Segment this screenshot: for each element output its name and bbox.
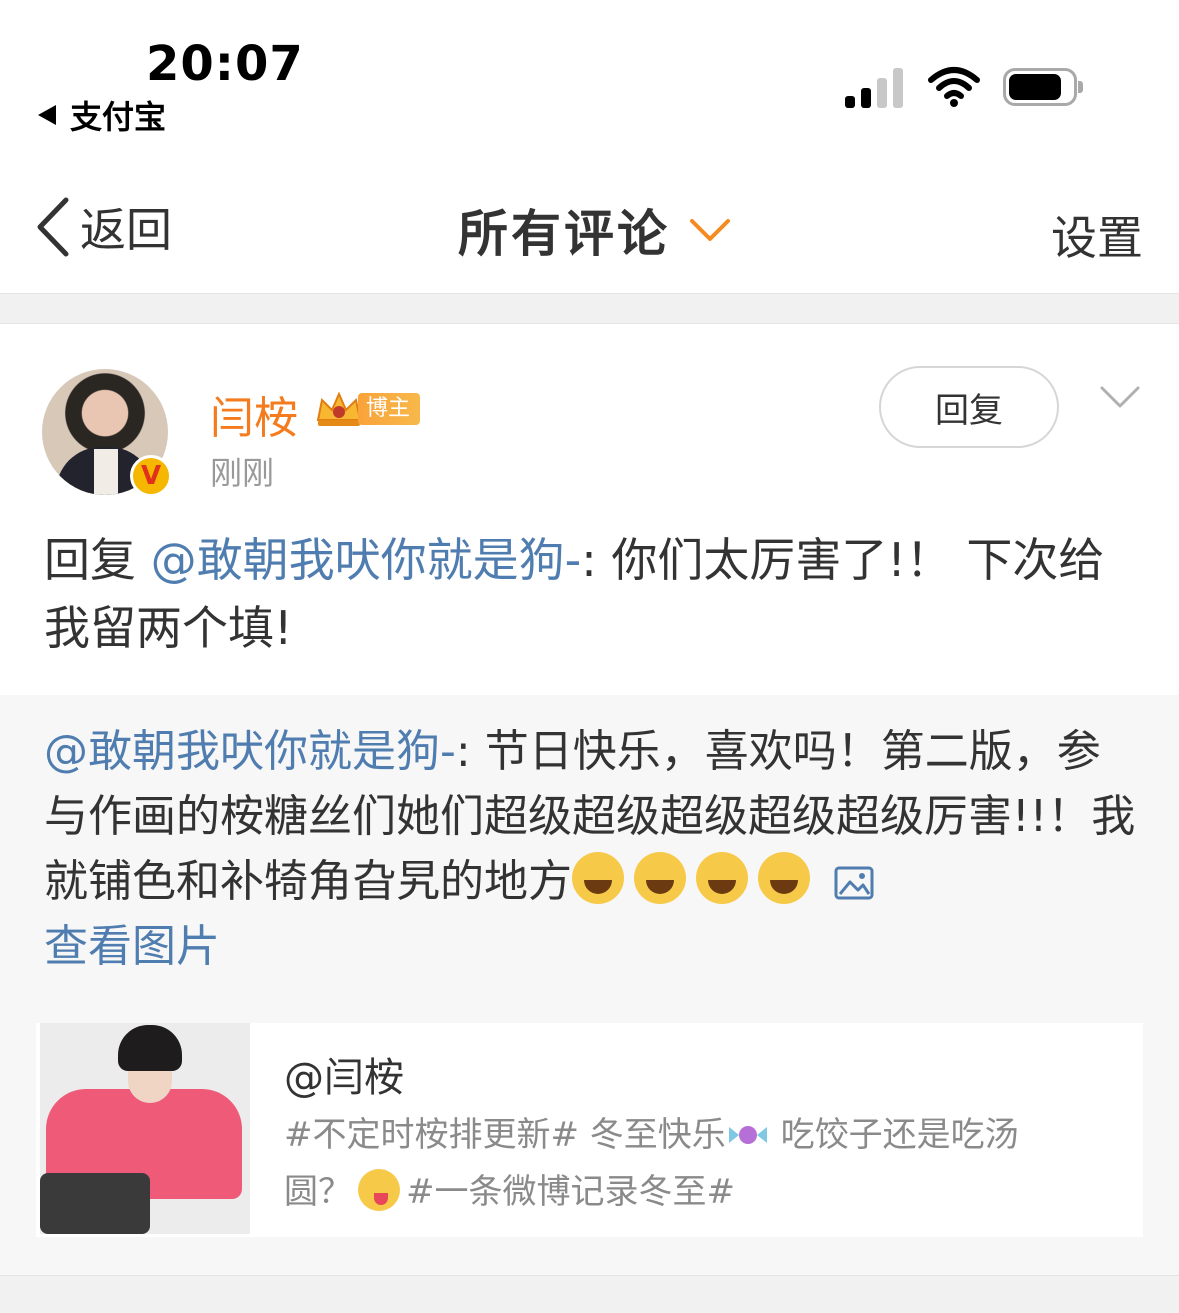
comment-body: 回复 @敢朝我吠你就是狗-: 你们太厉害了!！ 下次给我留两个填! [44,526,1144,662]
chevron-down-icon[interactable] [1098,382,1142,412]
status-bar: 20:07 支付宝 [0,0,1179,150]
view-image-link[interactable]: 查看图片 [44,921,220,972]
back-triangle-icon [38,105,56,125]
laugh-cry-emoji-icon [696,852,748,904]
linked-post-author: @闫桉 [284,1055,404,1101]
laugh-cry-emoji-icon [758,852,810,904]
linked-post-text-part3: #一条微博记录冬至# [406,1172,735,1212]
linked-post-card[interactable]: @闫桉 #不定时桉排更新# 冬至快乐 吃饺子还是吃汤圆？ #一条微博记录冬至# [36,1023,1143,1237]
verified-badge-icon: V [130,455,172,497]
settings-button[interactable]: 设置 [1051,202,1143,268]
mention-link[interactable]: @敢朝我吠你就是狗- [44,726,456,777]
author-name[interactable]: 闫桉 [210,382,298,446]
comment-timestamp: 刚刚 [210,454,275,492]
quoted-comment-text: @敢朝我吠你就是狗-: 节日快乐，喜欢吗！第二版，参与作画的桉糖丝们她们超级超级… [44,719,1144,979]
laugh-cry-emoji-icon [572,852,624,904]
chevron-down-icon [690,219,730,241]
yum-emoji-icon [358,1169,400,1211]
comment-filter-dropdown[interactable]: 所有评论 [458,194,732,266]
linked-post-text-part1: #不定时桉排更新# 冬至快乐 [284,1115,726,1155]
page-title: 所有评论 [458,205,670,263]
chevron-left-icon [37,197,69,257]
blogger-badge: 博主 [314,390,421,428]
reply-button[interactable]: 回复 [879,366,1059,448]
status-icons [845,66,1083,108]
back-button[interactable]: 返回 [34,194,172,260]
laugh-cry-emoji-icon [634,852,686,904]
section-divider [0,293,1179,324]
section-divider [0,1275,1179,1313]
linked-post-text: #不定时桉排更新# 冬至快乐 吃饺子还是吃汤圆？ #一条微博记录冬至# [284,1107,1084,1221]
back-app-label: 支付宝 [70,98,167,136]
wifi-icon [928,67,980,107]
linked-post-thumbnail [40,1023,250,1234]
cellular-signal-icon [845,66,905,108]
battery-icon [1003,66,1083,108]
navigation-bar: 返回 所有评论 设置 [0,150,1179,293]
candy-emoji-icon [728,1126,767,1144]
crown-icon [316,391,362,426]
back-to-app-button[interactable]: 支付宝 [38,92,166,138]
quoted-comment[interactable]: @敢朝我吠你就是狗-: 节日快乐，喜欢吗！第二版，参与作画的桉糖丝们她们超级超级… [0,695,1179,1275]
back-label: 返回 [80,203,172,257]
mention-link[interactable]: @敢朝我吠你就是狗- [151,533,582,587]
blogger-badge-label: 博主 [358,393,421,425]
reply-prefix: 回复 [44,533,151,587]
status-time: 20:07 [146,36,304,92]
image-icon[interactable] [834,866,874,900]
